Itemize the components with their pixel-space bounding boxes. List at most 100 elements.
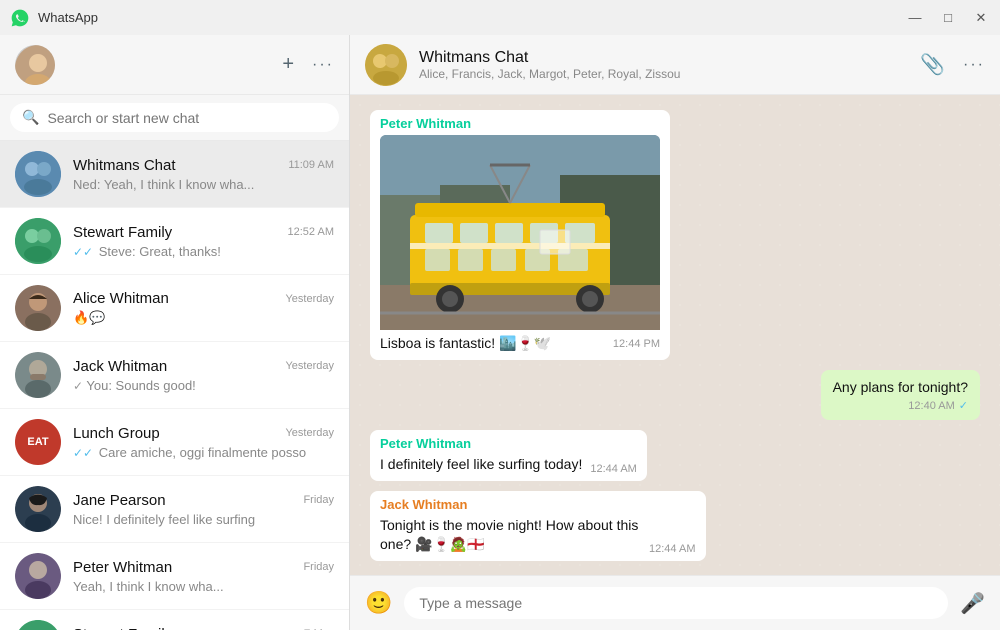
message-bubble-sent: Any plans for tonight? 12:40 AM ✓ <box>821 370 980 421</box>
message-peter-image: Peter Whitman <box>370 110 670 360</box>
message-bubble-peter-surfing: Peter Whitman I definitely feel like sur… <box>370 430 647 481</box>
chat-top-stewart1: Stewart Family 12:52 AM <box>73 224 334 241</box>
chat-preview-peter: Yeah, I think I know wha... <box>73 579 334 594</box>
chat-top-stewart2: Stewart Family Friday <box>73 626 334 630</box>
chat-avatar-lunch: EAT <box>15 419 61 465</box>
double-tick-icon: ✓✓ <box>73 245 93 259</box>
chat-time-stewart1: 12:52 AM <box>288 226 334 238</box>
chat-avatar-whitmans <box>15 151 61 197</box>
sidebar: + ··· 🔍 <box>0 35 350 630</box>
message-text-sent: Any plans for tonight? <box>833 379 968 395</box>
chat-top-whitmans: Whitmans Chat 11:09 AM <box>73 157 334 174</box>
double-tick-icon-lunch: ✓✓ <box>73 446 93 460</box>
new-chat-button[interactable]: + <box>282 53 294 76</box>
chat-item-jane[interactable]: Jane Pearson Friday Nice! I definitely f… <box>0 476 349 543</box>
chat-avatar-alice <box>15 285 61 331</box>
my-avatar[interactable] <box>15 45 55 85</box>
message-jack-movie: Jack Whitman Tonight is the movie night!… <box>370 491 706 561</box>
chat-info-jane: Jane Pearson Friday Nice! I definitely f… <box>73 492 334 527</box>
message-bubble-peter-image: Peter Whitman <box>370 110 670 360</box>
search-input[interactable] <box>47 110 327 126</box>
minimize-button[interactable]: — <box>906 10 924 26</box>
chat-item-peter[interactable]: Peter Whitman Friday Yeah, I think I kno… <box>0 543 349 610</box>
chat-item-lunch[interactable]: EAT Lunch Group Yesterday ✓✓ Care amiche… <box>0 409 349 476</box>
message-sender-peter2: Peter Whitman <box>380 436 637 451</box>
message-text-peter-surfing: I definitely feel like surfing today! <box>380 455 582 475</box>
message-time-peter-surfing: 12:44 AM <box>590 463 636 475</box>
chat-header-members: Alice, Francis, Jack, Margot, Peter, Roy… <box>419 67 908 81</box>
chat-header-name: Whitmans Chat <box>419 49 908 67</box>
chat-avatar-jack <box>15 352 61 398</box>
chat-time-alice: Yesterday <box>285 293 334 305</box>
chat-item-stewart2[interactable]: Stewart Family Friday Steve: Great, than… <box>0 610 349 630</box>
chat-name-jack: Jack Whitman <box>73 358 167 375</box>
chat-area: Whitmans Chat Alice, Francis, Jack, Marg… <box>350 35 1000 630</box>
chat-info-peter: Peter Whitman Friday Yeah, I think I kno… <box>73 559 334 594</box>
message-meta-sent: 12:40 AM ✓ <box>833 399 968 412</box>
message-text-jack-movie: Tonight is the movie night! How about th… <box>380 516 641 555</box>
message-time-peter-image: 12:44 PM <box>613 338 660 350</box>
chat-name-lunch: Lunch Group <box>73 425 160 442</box>
chat-time-whitmans: 11:09 AM <box>288 159 334 171</box>
voice-button[interactable]: 🎤 <box>960 591 985 616</box>
sidebar-header: + ··· <box>0 35 349 95</box>
chat-top-jack: Jack Whitman Yesterday <box>73 358 334 375</box>
chat-name-alice: Alice Whitman <box>73 290 169 307</box>
chat-avatar-jane <box>15 486 61 532</box>
chat-time-jane: Friday <box>303 494 334 506</box>
chat-item-alice[interactable]: Alice Whitman Yesterday 🔥💬 <box>0 275 349 342</box>
chat-item-jack[interactable]: Jack Whitman Yesterday ✓ You: Sounds goo… <box>0 342 349 409</box>
message-input[interactable] <box>404 587 948 619</box>
message-time-sent: 12:40 AM <box>908 400 954 412</box>
chat-top-peter: Peter Whitman Friday <box>73 559 334 576</box>
chat-top-jane: Jane Pearson Friday <box>73 492 334 509</box>
message-sender-peter: Peter Whitman <box>380 116 660 131</box>
chat-name-jane: Jane Pearson <box>73 492 166 509</box>
chat-info-stewart1: Stewart Family 12:52 AM ✓✓ Steve: Great,… <box>73 224 334 259</box>
message-sent-tonight: Any plans for tonight? 12:40 AM ✓ <box>821 370 980 421</box>
chat-avatar-stewart1 <box>15 218 61 264</box>
message-input-area: 🙂 🎤 <box>350 575 1000 630</box>
chat-name-stewart2: Stewart Family <box>73 626 172 630</box>
menu-button[interactable]: ··· <box>312 56 334 74</box>
sidebar-actions: + ··· <box>282 53 334 76</box>
chat-info-lunch: Lunch Group Yesterday ✓✓ Care amiche, og… <box>73 425 334 460</box>
app-container: + ··· 🔍 <box>0 35 1000 630</box>
chat-info-jack: Jack Whitman Yesterday ✓ You: Sounds goo… <box>73 358 334 393</box>
tram-image <box>380 135 660 330</box>
chat-name-peter: Peter Whitman <box>73 559 172 576</box>
message-text-peter-image: Lisboa is fantastic! 🏙️🍷🕊️ <box>380 334 551 354</box>
window-controls: — □ ✕ <box>906 10 990 26</box>
chat-time-peter: Friday <box>303 561 334 573</box>
chat-preview-jane: Nice! I definitely feel like surfing <box>73 512 334 527</box>
chat-preview-jack: ✓ You: Sounds good! <box>73 378 334 393</box>
chat-header-avatar <box>365 44 407 86</box>
app-title: WhatsApp <box>38 10 98 25</box>
maximize-button[interactable]: □ <box>939 10 957 26</box>
message-time-jack-movie: 12:44 AM <box>649 543 695 555</box>
search-bar: 🔍 <box>0 95 349 141</box>
search-input-wrap: 🔍 <box>10 103 339 132</box>
chat-preview-whitmans: Ned: Yeah, I think I know wha... <box>73 177 334 192</box>
chat-header: Whitmans Chat Alice, Francis, Jack, Marg… <box>350 35 1000 95</box>
whatsapp-logo-icon <box>10 8 30 28</box>
chat-info-stewart2: Stewart Family Friday Steve: Great, than… <box>73 626 334 630</box>
attachment-button[interactable]: 📎 <box>920 52 945 77</box>
chat-name-stewart1: Stewart Family <box>73 224 172 241</box>
message-bubble-jack-movie: Jack Whitman Tonight is the movie night!… <box>370 491 706 561</box>
chat-item-stewart1[interactable]: Stewart Family 12:52 AM ✓✓ Steve: Great,… <box>0 208 349 275</box>
chat-top-alice: Alice Whitman Yesterday <box>73 290 334 307</box>
chat-header-actions: 📎 ··· <box>920 52 985 77</box>
message-peter-surfing: Peter Whitman I definitely feel like sur… <box>370 430 647 481</box>
emoji-button[interactable]: 🙂 <box>365 590 392 616</box>
messages-area: Peter Whitman <box>350 95 1000 575</box>
chat-name-whitmans: Whitmans Chat <box>73 157 176 174</box>
chat-menu-button[interactable]: ··· <box>963 56 985 74</box>
chat-item-whitmans[interactable]: Whitmans Chat 11:09 AM Ned: Yeah, I thin… <box>0 141 349 208</box>
chat-preview-stewart1: ✓✓ Steve: Great, thanks! <box>73 244 334 259</box>
chat-info-alice: Alice Whitman Yesterday 🔥💬 <box>73 290 334 326</box>
single-tick-icon: ✓ <box>73 379 86 393</box>
close-button[interactable]: ✕ <box>972 10 990 26</box>
chat-avatar-peter <box>15 553 61 599</box>
chat-time-jack: Yesterday <box>285 360 334 372</box>
